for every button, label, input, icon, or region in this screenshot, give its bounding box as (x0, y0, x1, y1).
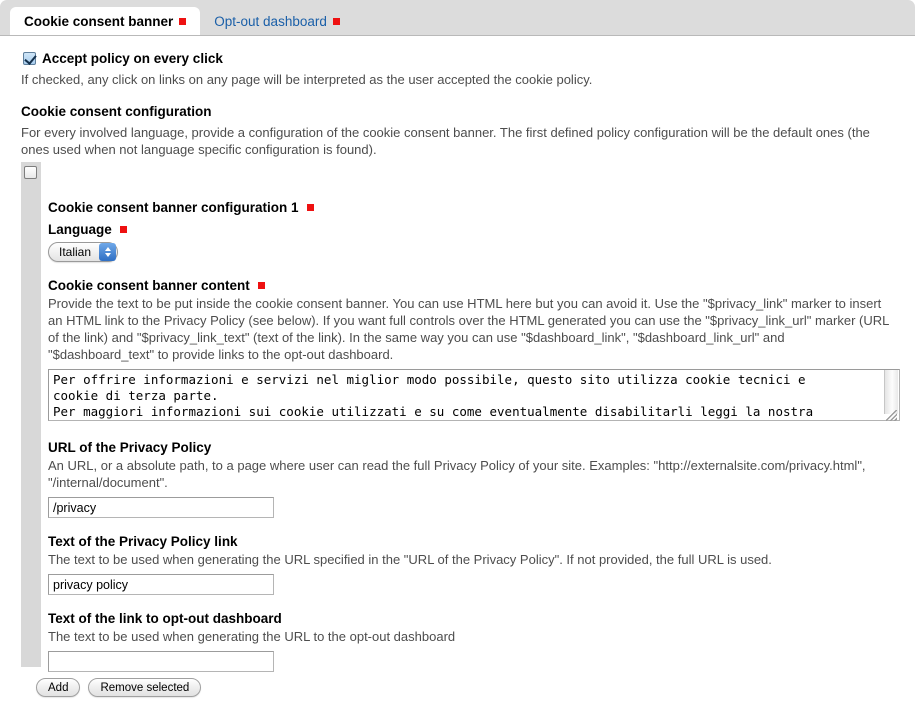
banner-content-label: Cookie consent banner content (48, 278, 250, 293)
privacy-link-text-group: Text of the Privacy Policy link The text… (48, 534, 904, 595)
banner-content-label-row: Cookie consent banner content (48, 278, 904, 293)
config-title: Cookie consent banner configuration 1 (48, 200, 299, 215)
cookie-consent-configuration-title: Cookie consent configuration (21, 104, 212, 119)
banner-content-description: Provide the text to be put inside the co… (48, 296, 889, 362)
privacy-url-label-row: URL of the Privacy Policy (48, 440, 904, 455)
tab-label: Cookie consent banner (24, 14, 174, 29)
privacy-url-description: An URL, or a absolute path, to a page wh… (48, 458, 866, 490)
chevron-updown-icon (99, 243, 117, 261)
accept-policy-row[interactable]: Accept policy on every click (23, 51, 223, 66)
config-select-checkbox[interactable] (24, 166, 37, 179)
tab-bar: Cookie consent banner Opt-out dashboard (0, 0, 915, 36)
required-marker-icon (332, 18, 340, 25)
tab-label: Opt-out dashboard (214, 14, 327, 29)
dashboard-link-text-label: Text of the link to opt-out dashboard (48, 611, 282, 626)
language-select[interactable]: Italian (48, 242, 119, 262)
tab-opt-out-dashboard[interactable]: Opt-out dashboard (200, 7, 354, 36)
privacy-url-input[interactable] (48, 497, 274, 518)
dashboard-link-text-label-row: Text of the link to opt-out dashboard (48, 611, 904, 626)
tab-cookie-consent-banner[interactable]: Cookie consent banner (10, 7, 201, 36)
banner-content-textarea-wrap (48, 363, 900, 424)
required-marker-icon (119, 226, 127, 233)
privacy-link-text-label: Text of the Privacy Policy link (48, 534, 238, 549)
accept-policy-help: If checked, any click on links on any pa… (21, 72, 593, 87)
config-actions: Add Remove selected (36, 678, 202, 697)
config-block-inner: Cookie consent banner configuration 1 La… (48, 162, 904, 672)
language-label-row: Language (48, 222, 904, 237)
language-select-value: Italian (59, 245, 92, 259)
required-marker-icon (257, 282, 265, 289)
privacy-link-text-input[interactable] (48, 574, 274, 595)
privacy-link-text-description: The text to be used when generating the … (48, 552, 772, 567)
language-label: Language (48, 222, 112, 237)
dashboard-link-text-input[interactable] (48, 651, 274, 672)
dashboard-link-text-description: The text to be used when generating the … (48, 629, 456, 644)
privacy-link-text-label-row: Text of the Privacy Policy link (48, 534, 904, 549)
accept-policy-checkbox[interactable] (23, 52, 36, 65)
privacy-url-label: URL of the Privacy Policy (48, 440, 212, 455)
banner-content-textarea[interactable] (48, 369, 900, 421)
dashboard-link-text-group: Text of the link to opt-out dashboard Th… (48, 611, 904, 672)
tab-bar-divider (0, 35, 915, 36)
tab-list: Cookie consent banner Opt-out dashboard (10, 7, 354, 36)
config-block-gutter (21, 162, 41, 667)
cookie-consent-configuration-description: For every involved language, provide a c… (21, 125, 870, 157)
remove-selected-button[interactable]: Remove selected (88, 678, 202, 697)
add-button[interactable]: Add (36, 678, 81, 697)
config-title-row: Cookie consent banner configuration 1 (48, 200, 904, 215)
required-marker-icon (306, 204, 314, 211)
accept-policy-label: Accept policy on every click (42, 51, 223, 66)
privacy-url-group: URL of the Privacy Policy An URL, or a a… (48, 440, 904, 518)
required-marker-icon (179, 18, 187, 25)
banner-content-group: Cookie consent banner content Provide th… (48, 278, 904, 424)
